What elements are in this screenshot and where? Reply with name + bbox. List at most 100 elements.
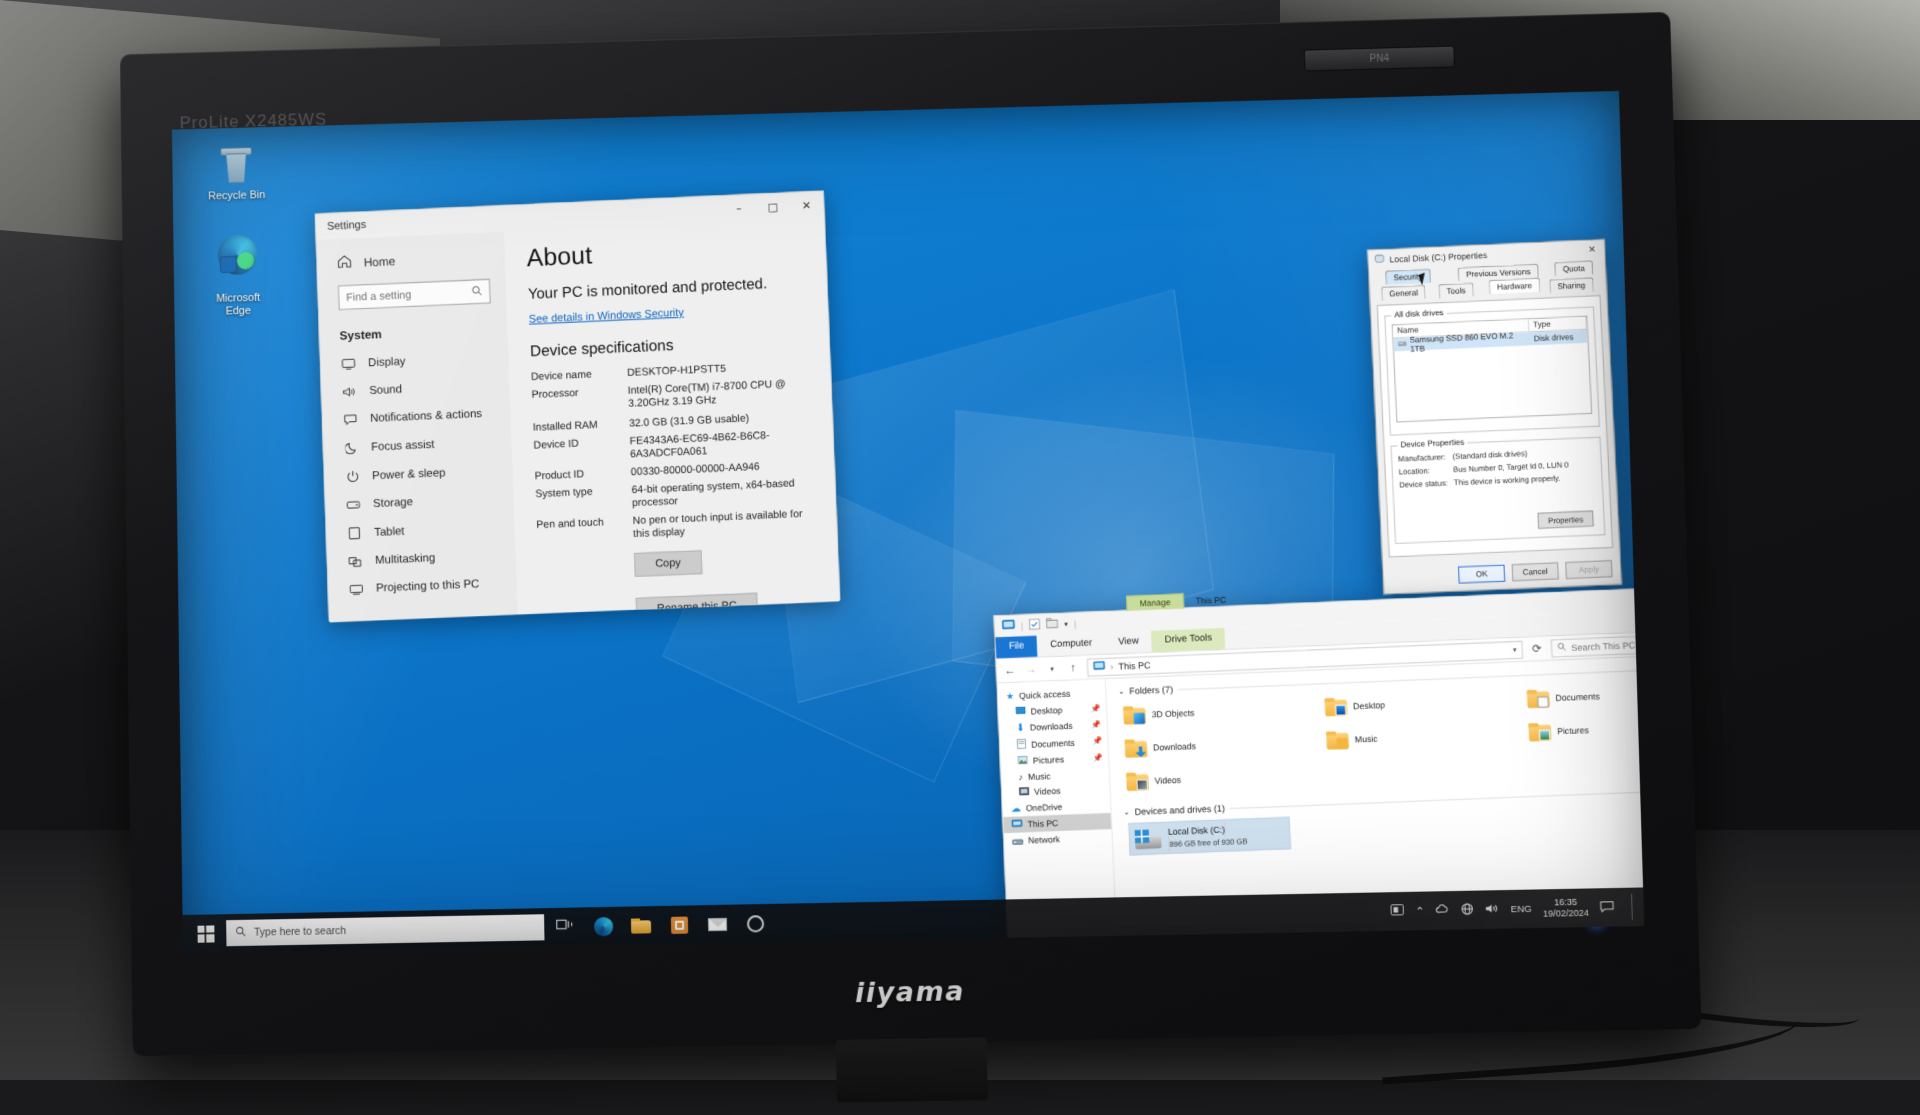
microsoft-edge-icon [218,235,258,275]
list-item-folder[interactable]: Documents [1526,676,1644,714]
search-input[interactable]: Search This PC [1551,632,1645,657]
webcam-label: PN4 [1305,47,1454,72]
spec-value: No pen or touch input is available for t… [633,507,819,541]
tab-file[interactable]: File [995,636,1037,659]
tab-drive-tools[interactable]: Drive Tools [1151,628,1225,652]
pin-icon[interactable]: 📌 [1091,720,1101,729]
taskbar-button-mail[interactable] [700,907,735,942]
tab-quota[interactable]: Quota [1554,260,1593,276]
list-item-folder[interactable]: 3D Objects [1123,693,1320,731]
hidden-tray-icon[interactable] [1391,904,1405,918]
nav-item-label: Pictures [1033,754,1065,765]
device-property-value: Bus Number 0, Target Id 0, LUN 0 [1453,460,1569,474]
settings-minimize-button[interactable]: – [722,195,757,222]
refresh-icon[interactable]: ⟳ [1529,642,1544,656]
tab-hardware[interactable]: Hardware [1488,278,1540,294]
onedrive-tray-icon[interactable] [1435,903,1450,917]
pin-icon[interactable]: 📌 [1092,737,1102,746]
tab-computer[interactable]: Computer [1037,633,1106,657]
taskbar-button-settings[interactable] [738,906,773,941]
pin-icon[interactable]: 📌 [1091,704,1101,713]
moon-icon [343,441,359,455]
ok-button[interactable]: OK [1458,565,1505,584]
list-item-folder[interactable]: Pictures [1528,709,1644,747]
arrow-left-icon[interactable]: ← [1003,664,1018,677]
folder-grid: 3D Objects Desktop Documents [1123,676,1644,797]
settings-gear-icon [746,915,763,932]
multitasking-icon [347,555,363,568]
disk-drives-list[interactable]: Name Type Samsung SSD 860 EVO M.2 1TB [1392,316,1592,423]
taskbar-button-edge[interactable] [586,909,621,944]
nav-item-label: OneDrive [1026,802,1063,814]
desktop-icon-recycle-bin[interactable]: Recycle Bin [194,144,279,203]
desktop-icon-label: Recycle Bin [208,189,265,202]
tab-general[interactable]: General [1381,285,1426,301]
pin-icon[interactable]: 📌 [1093,753,1103,762]
sidebar-item-label: Home [363,254,395,269]
device-properties-label: Device Properties [1397,437,1467,449]
folder-icon [1527,689,1550,708]
properties-icon[interactable] [1029,618,1041,631]
spec-key: System type [535,484,632,514]
arrow-up-icon[interactable]: ↑ [1066,662,1081,675]
screen: Recycle Bin Microsoft Edge Settings – □ … [172,91,1644,953]
list-item-folder[interactable]: Downloads [1124,726,1321,764]
tab-view[interactable]: View [1105,631,1153,654]
copy-button[interactable]: Copy [634,550,702,577]
arrow-right-icon[interactable]: → [1024,663,1039,676]
search-icon [1557,642,1567,653]
network-tray-icon[interactable] [1461,902,1475,917]
chevron-down-icon[interactable]: ▾ [1513,646,1517,654]
properties-close-button[interactable]: ✕ [1580,240,1605,260]
manage-tab-group-label[interactable]: Manage [1126,593,1184,610]
chevron-up-icon[interactable]: ⌃ [1415,904,1425,917]
tab-sharing[interactable]: Sharing [1549,277,1594,293]
task-view-button[interactable] [548,909,583,944]
start-button[interactable] [188,916,222,951]
documents-icon [1017,738,1027,750]
taskbar-search-placeholder: Type here to search [254,925,346,939]
taskbar-search-input[interactable]: Type here to search [226,914,544,946]
list-item-drive[interactable]: Local Disk (C:) 896 GB free of 930 GB [1128,817,1291,856]
search-input-placeholder: Search This PC [1571,640,1635,653]
desktop-icon-microsoft-edge[interactable]: Microsoft Edge [195,221,281,319]
settings-close-button[interactable]: ✕ [789,192,824,219]
spec-value: DESKTOP-H1PSTT5 [627,359,812,380]
clock[interactable]: 16:35 19/02/2024 [1543,897,1589,920]
chevron-down-icon[interactable]: ▾ [1045,664,1059,673]
list-item-folder[interactable]: Desktop [1324,684,1522,722]
this-pc-icon[interactable] [1002,620,1016,634]
action-center-icon[interactable] [1600,900,1615,915]
tab-tools[interactable]: Tools [1438,283,1474,299]
settings-maximize-button[interactable]: □ [755,193,790,220]
show-desktop-button[interactable] [1631,894,1638,921]
list-item-network[interactable]: Network [1004,829,1112,849]
properties-button[interactable]: Properties [1537,510,1593,528]
windows-security-link[interactable]: See details in Windows Security [529,301,810,325]
list-item-folder[interactable]: Music [1326,718,1524,756]
music-icon: ♪ [1018,772,1023,782]
drive-name: Samsung SSD 860 EVO M.2 1TB [1409,330,1526,353]
network-icon [1012,835,1024,847]
apply-button[interactable]: Apply [1565,560,1612,579]
videos-icon [1019,786,1030,797]
cancel-button[interactable]: Cancel [1512,562,1559,581]
this-pc-icon [1093,660,1106,673]
chevron-down-icon[interactable]: ⌄ [1118,687,1124,695]
volume-tray-icon[interactable] [1485,902,1500,917]
input-language-indicator[interactable]: ENG [1511,903,1532,915]
new-folder-icon[interactable] [1046,618,1059,632]
dialog-buttons: OK Cancel Apply [1458,560,1613,584]
chevron-down-icon[interactable]: ▾ [1064,620,1068,628]
breadcrumb[interactable]: This PC [1118,660,1151,671]
column-header-type[interactable]: Type [1529,317,1587,332]
spec-value: FE4343A6-EC69-4B62-B6C8-6A3ADCF0A061 [629,428,815,462]
settings-window[interactable]: Settings – □ ✕ Home [315,190,841,621]
projecting-icon [348,583,364,596]
local-disk-properties-dialog[interactable]: Local Disk (C:) Properties ✕ Security Pr… [1367,239,1622,595]
list-item-folder[interactable]: Videos [1126,759,1323,797]
chevron-down-icon[interactable]: ⌄ [1124,808,1130,816]
search-input[interactable]: Find a setting [338,279,491,310]
taskbar-button-store[interactable] [662,907,697,942]
taskbar-button-file-explorer[interactable] [624,908,659,943]
